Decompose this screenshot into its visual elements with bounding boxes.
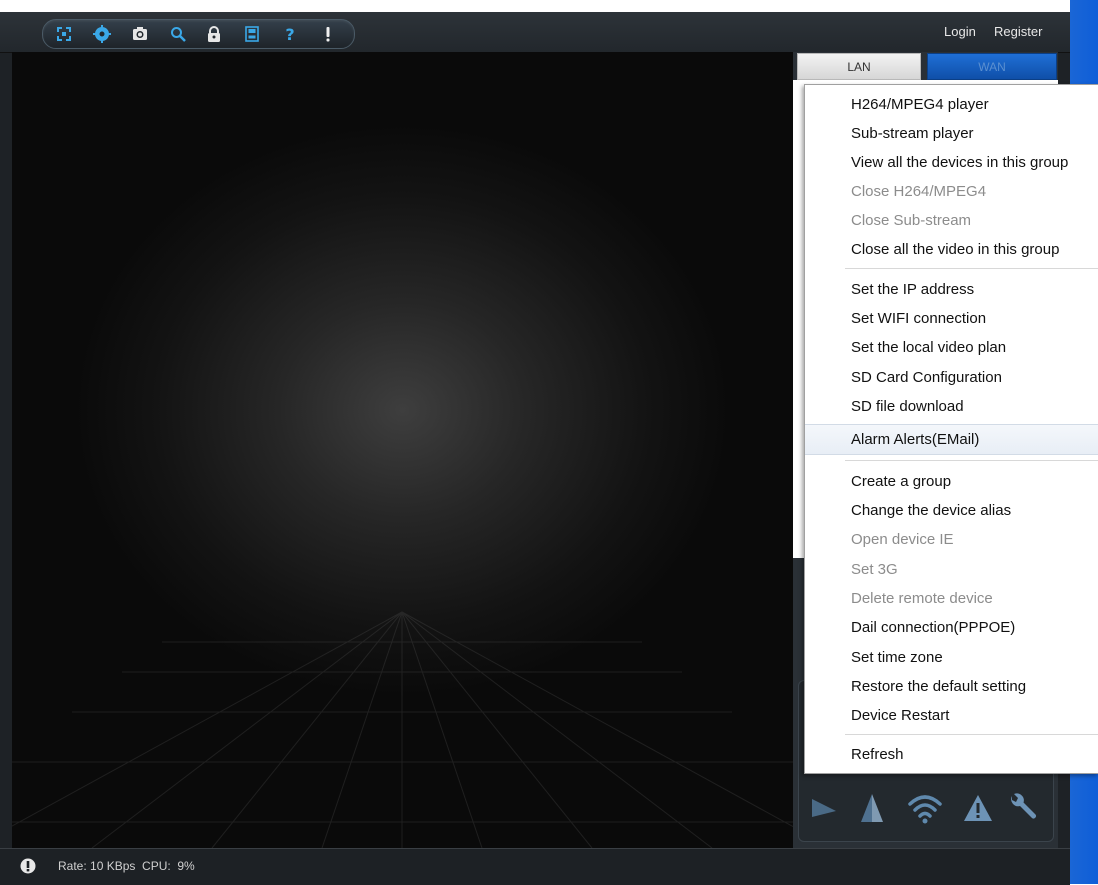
lock-icon[interactable] — [197, 20, 231, 48]
menu-item-change-alias[interactable]: Change the device alias — [805, 496, 1098, 525]
toolbar-button-group: ? — [42, 19, 355, 49]
menu-item-set-wifi[interactable]: Set WIFI connection — [805, 304, 1098, 333]
menu-item-dial-connection[interactable]: Dail connection(PPPOE) — [805, 613, 1098, 642]
settings-icon[interactable] — [85, 20, 119, 48]
menu-item-sd-file-download[interactable]: SD file download — [805, 392, 1098, 421]
menu-separator — [845, 268, 1098, 270]
menu-item-close-h264: Close H264/MPEG4 — [805, 177, 1098, 206]
wrench-icon[interactable] — [1002, 780, 1042, 836]
menu-item-label: View all the devices in this group — [851, 154, 1069, 171]
sail-icon[interactable] — [852, 780, 892, 836]
search-icon[interactable] — [161, 20, 195, 48]
menu-item-label: Change the device alias — [851, 502, 1012, 519]
menu-item-create-group[interactable]: Create a group — [805, 467, 1098, 496]
menu-item-label: Close all the video in this group — [851, 241, 1060, 258]
video-view[interactable] — [12, 52, 793, 848]
about-icon[interactable] — [311, 20, 345, 48]
status-text: Rate: 10 KBps CPU: 9% — [58, 859, 195, 873]
menu-item-delete-remote-device: Delete remote device — [805, 584, 1098, 613]
menu-item-label: Refresh — [851, 746, 904, 763]
menu-separator — [845, 734, 1098, 736]
menu-item-label: Set time zone — [851, 649, 943, 666]
register-link[interactable]: Register — [994, 24, 1042, 39]
menu-item-label: Open device IE — [851, 531, 954, 548]
menu-item-label: Device Restart — [851, 707, 950, 724]
menu-item-label: Close H264/MPEG4 — [851, 183, 987, 200]
menu-item-view-all-devices[interactable]: View all the devices in this group — [805, 148, 1098, 177]
menu-item-label: SD file download — [851, 398, 964, 415]
svg-text:?: ? — [285, 25, 294, 43]
tab-wan[interactable]: WAN — [927, 53, 1057, 80]
menu-item-label: SD Card Configuration — [851, 369, 1002, 386]
menu-item-label: H264/MPEG4 player — [851, 96, 989, 113]
window-top-frame — [0, 0, 1070, 12]
menu-item-label: Create a group — [851, 473, 952, 490]
menu-item-sd-card-config[interactable]: SD Card Configuration — [805, 363, 1098, 392]
menu-item-device-restart[interactable]: Device Restart — [805, 701, 1098, 730]
camera-icon[interactable] — [123, 20, 157, 48]
menu-item-set-time-zone[interactable]: Set time zone — [805, 643, 1098, 672]
save-icon[interactable] — [235, 20, 269, 48]
menu-item-label: Dail connection(PPPOE) — [851, 619, 1016, 636]
menu-item-label: Alarm Alerts(EMail) — [851, 431, 980, 448]
menu-item-sub-stream-player[interactable]: Sub-stream player — [805, 119, 1098, 148]
menu-item-open-device-ie: Open device IE — [805, 525, 1098, 554]
menu-item-alarm-alerts[interactable]: Alarm Alerts(EMail) — [805, 424, 1098, 455]
floor-grid — [12, 611, 793, 848]
menu-item-local-video-plan[interactable]: Set the local video plan — [805, 333, 1098, 362]
menu-item-h264-player[interactable]: H264/MPEG4 player — [805, 90, 1098, 119]
menu-item-label: Set the local video plan — [851, 339, 1007, 356]
menu-item-label: Set WIFI connection — [851, 310, 987, 327]
tab-lan[interactable]: LAN — [797, 53, 921, 80]
multi-screen-icon[interactable] — [47, 20, 81, 48]
wifi-icon[interactable] — [902, 780, 948, 836]
menu-item-close-all-video[interactable]: Close all the video in this group — [805, 235, 1098, 264]
help-icon[interactable]: ? — [273, 20, 307, 48]
menu-item-label: Delete remote device — [851, 590, 993, 607]
login-link[interactable]: Login — [944, 24, 976, 39]
menu-separator — [845, 460, 1098, 462]
menu-item-label: Restore the default setting — [851, 678, 1027, 695]
control-icons — [798, 780, 1052, 836]
menu-item-label: Sub-stream player — [851, 125, 974, 142]
menu-item-restore-default[interactable]: Restore the default setting — [805, 672, 1098, 701]
info-icon — [20, 858, 36, 874]
menu-item-label: Set the IP address — [851, 281, 975, 298]
menu-item-set-3g: Set 3G — [805, 555, 1098, 584]
play-icon[interactable] — [804, 780, 844, 836]
menu-item-close-sub-stream: Close Sub-stream — [805, 206, 1098, 235]
menu-item-label: Set 3G — [851, 561, 898, 578]
context-menu: H264/MPEG4 player Sub-stream player View… — [804, 84, 1098, 774]
menu-item-refresh[interactable]: Refresh — [805, 740, 1098, 769]
alarm-icon[interactable] — [956, 780, 1000, 836]
menu-item-label: Close Sub-stream — [851, 212, 972, 229]
menu-item-set-ip[interactable]: Set the IP address — [805, 275, 1098, 304]
